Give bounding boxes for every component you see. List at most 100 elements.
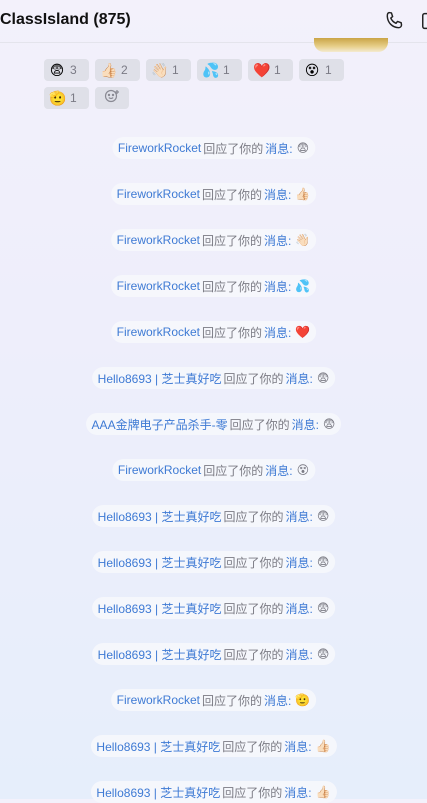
- reaction-emoji: 😵: [304, 62, 320, 78]
- reaction-chip[interactable]: 👍🏻 2: [95, 59, 140, 81]
- reaction-notice: Hello8693 | 芝士真好吃 回应了你的 消息: 😨: [91, 597, 336, 619]
- notice-emoji: 👍🏻: [315, 739, 331, 753]
- reaction-chip[interactable]: 🫡 1: [44, 87, 89, 109]
- notice-action-text: 回应了你的: [229, 417, 290, 432]
- reaction-emoji: 👋🏻: [151, 62, 169, 78]
- notice-user-link[interactable]: FireworkRocket: [117, 233, 200, 247]
- notice-emoji: 💦: [295, 279, 311, 293]
- notice-user-link[interactable]: Hello8693 | 芝士真好吃: [98, 646, 222, 663]
- reaction-chip[interactable]: ❤️ 1: [248, 59, 293, 81]
- notice-message-link[interactable]: 消息:: [265, 462, 292, 479]
- notice-action-text: 回应了你的: [203, 463, 264, 478]
- notice-action-text: 回应了你的: [202, 693, 263, 708]
- reaction-notice: Hello8693 | 芝士真好吃 回应了你的 消息: 😨: [91, 367, 336, 389]
- notice-emoji: 😨: [316, 647, 330, 661]
- reaction-count: 1: [325, 63, 332, 77]
- reaction-chip[interactable]: 😨 3: [44, 59, 89, 81]
- notice-emoji: 😨: [316, 555, 330, 569]
- notice-action-text: 回应了你的: [222, 785, 283, 800]
- notice-emoji: 😨: [322, 417, 336, 431]
- add-reaction-button[interactable]: [95, 87, 129, 109]
- notice-message-link[interactable]: 消息:: [285, 508, 312, 525]
- notice-action-text: 回应了你的: [202, 279, 263, 294]
- notice-message-link[interactable]: 消息:: [265, 140, 292, 157]
- reaction-count: 1: [274, 63, 281, 77]
- reaction-count: 1: [223, 63, 230, 77]
- notice-user-link[interactable]: Hello8693 | 芝士真好吃: [98, 554, 222, 571]
- notice-action-text: 回应了你的: [223, 371, 284, 386]
- image-message-preview[interactable]: [314, 38, 388, 52]
- notice-user-link[interactable]: FireworkRocket: [118, 141, 201, 155]
- notice-action-text: 回应了你的: [202, 325, 263, 340]
- notice-user-link[interactable]: Hello8693 | 芝士真好吃: [98, 600, 222, 617]
- notice-message-link[interactable]: 消息:: [284, 738, 311, 755]
- reaction-notice: FireworkRocket 回应了你的 消息: ❤️: [110, 321, 317, 343]
- notice-emoji: 👋🏻: [295, 233, 311, 247]
- notice-action-text: 回应了你的: [223, 601, 284, 616]
- notice-user-link[interactable]: Hello8693 | 芝士真好吃: [96, 784, 220, 801]
- reaction-chip[interactable]: 😵 1: [299, 59, 344, 81]
- notice-action-text: 回应了你的: [223, 509, 284, 524]
- notice-emoji: 👍🏻: [295, 187, 311, 201]
- add-emoji-icon: [104, 88, 120, 109]
- reaction-count: 1: [172, 63, 179, 77]
- reaction-count: 3: [70, 63, 77, 77]
- reaction-notice: FireworkRocket 回应了你的 消息: 👋🏻: [110, 229, 317, 251]
- chat-header: ClassIsland (875): [0, 0, 427, 42]
- more-icon[interactable]: [420, 10, 427, 32]
- reaction-emoji: 💦: [202, 62, 220, 78]
- notice-emoji: 😨: [316, 509, 330, 523]
- notice-emoji: 👍🏻: [315, 785, 331, 799]
- notice-user-link[interactable]: FireworkRocket: [117, 325, 200, 339]
- notice-message-link[interactable]: 消息:: [264, 324, 291, 341]
- reaction-notice: Hello8693 | 芝士真好吃 回应了你的 消息: 😨: [91, 505, 336, 527]
- reaction-notice: FireworkRocket 回应了你的 消息: 💦: [110, 275, 317, 297]
- notice-user-link[interactable]: FireworkRocket: [117, 187, 200, 201]
- reaction-chip[interactable]: 👋🏻 1: [146, 59, 191, 81]
- notice-action-text: 回应了你的: [223, 647, 284, 662]
- notice-message-link[interactable]: 消息:: [284, 784, 311, 801]
- reaction-count: 2: [121, 63, 128, 77]
- reaction-notice: FireworkRocket 回应了你的 消息: 😵: [111, 459, 316, 481]
- notice-user-link[interactable]: Hello8693 | 芝士真好吃: [98, 508, 222, 525]
- reaction-emoji: 😨: [49, 62, 65, 78]
- notice-message-link[interactable]: 消息:: [285, 646, 312, 663]
- notice-user-link[interactable]: AAA金牌电子产品杀手-零: [92, 416, 228, 433]
- notice-emoji: 😵: [296, 463, 310, 477]
- notice-message-link[interactable]: 消息:: [264, 186, 291, 203]
- reaction-notice: Hello8693 | 芝士真好吃 回应了你的 消息: 👍🏻: [90, 781, 337, 803]
- reaction-notice: FireworkRocket 回应了你的 消息: 👍🏻: [110, 183, 317, 205]
- reaction-notice: FireworkRocket 回应了你的 消息: 🫡: [110, 689, 317, 711]
- notice-emoji: 😨: [296, 141, 310, 155]
- notice-message-link[interactable]: 消息:: [285, 370, 312, 387]
- reaction-notice: FireworkRocket 回应了你的 消息: 😨: [111, 137, 316, 159]
- notice-user-link[interactable]: FireworkRocket: [117, 693, 200, 707]
- phone-icon[interactable]: [383, 10, 405, 32]
- notice-emoji: ❤️: [295, 325, 311, 339]
- notice-message-link[interactable]: 消息:: [264, 692, 291, 709]
- reaction-notice: AAA金牌电子产品杀手-零 回应了你的 消息: 😨: [85, 413, 342, 435]
- reaction-emoji: 👍🏻: [100, 62, 118, 78]
- reaction-notice: Hello8693 | 芝士真好吃 回应了你的 消息: 😨: [91, 643, 336, 665]
- reaction-emoji: ❤️: [253, 62, 271, 78]
- notice-message-link[interactable]: 消息:: [292, 416, 319, 433]
- notice-action-text: 回应了你的: [223, 555, 284, 570]
- notice-message-link[interactable]: 消息:: [264, 232, 291, 249]
- notice-user-link[interactable]: Hello8693 | 芝士真好吃: [96, 738, 220, 755]
- notice-user-link[interactable]: Hello8693 | 芝士真好吃: [98, 370, 222, 387]
- notice-user-link[interactable]: FireworkRocket: [118, 463, 201, 477]
- notice-emoji: 😨: [316, 601, 330, 615]
- notice-message-link[interactable]: 消息:: [285, 554, 312, 571]
- reaction-chip[interactable]: 💦 1: [197, 59, 242, 81]
- reaction-emoji: 🫡: [49, 90, 67, 106]
- reaction-notice: Hello8693 | 芝士真好吃 回应了你的 消息: 👍🏻: [90, 735, 337, 757]
- notice-action-text: 回应了你的: [202, 233, 263, 248]
- reaction-count: 1: [70, 91, 77, 105]
- chat-title: ClassIsland (875): [0, 11, 131, 28]
- notice-action-text: 回应了你的: [202, 187, 263, 202]
- notice-message-link[interactable]: 消息:: [285, 600, 312, 617]
- notice-user-link[interactable]: FireworkRocket: [117, 279, 200, 293]
- notice-action-text: 回应了你的: [203, 141, 264, 156]
- notice-message-link[interactable]: 消息:: [264, 278, 291, 295]
- notice-emoji: 🫡: [295, 693, 311, 707]
